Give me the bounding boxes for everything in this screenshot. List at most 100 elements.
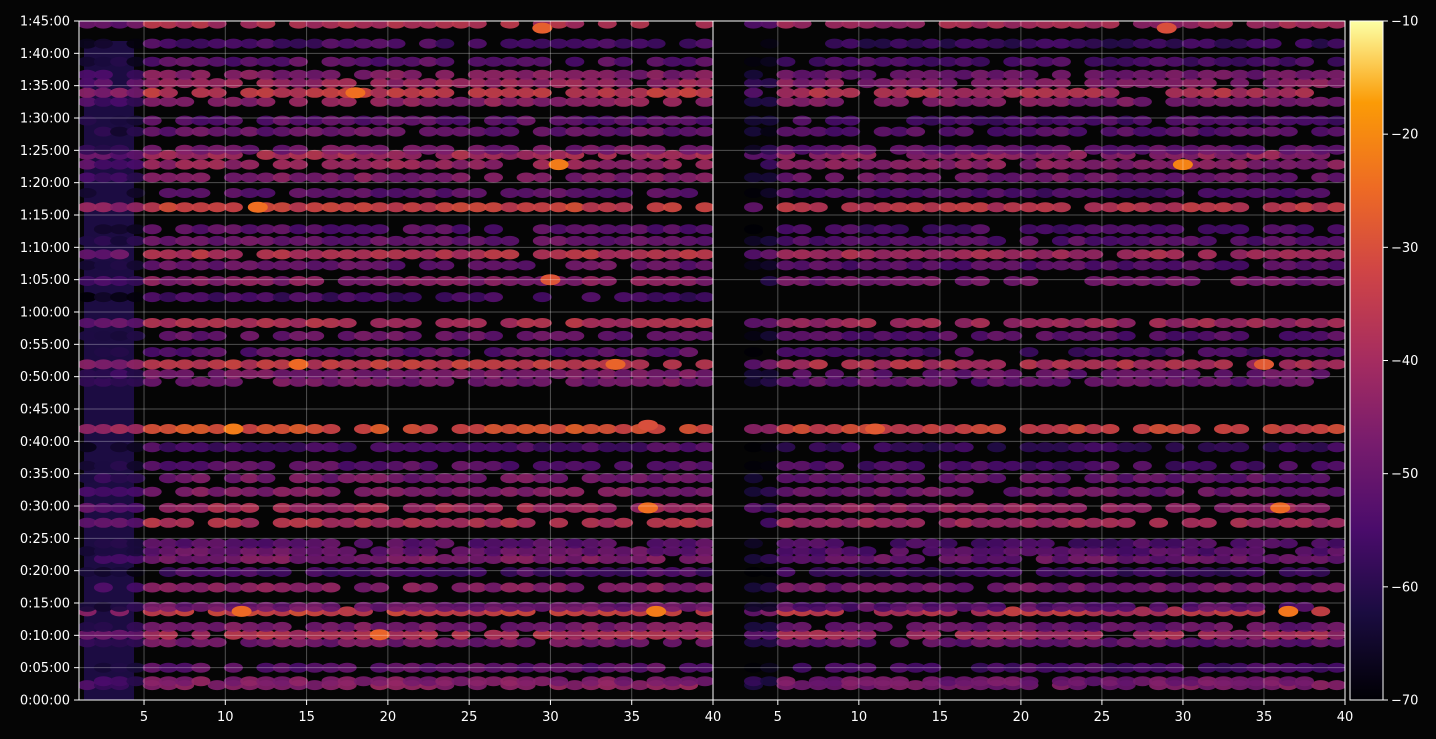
heatmap-cell: [776, 69, 796, 80]
heatmap-cell: [792, 486, 812, 497]
heatmap-cell: [1019, 126, 1039, 137]
heatmap-cell: [1132, 235, 1152, 246]
heatmap-cell: [646, 517, 666, 528]
heatmap-cell: [597, 318, 617, 328]
heatmap-cell: [906, 235, 926, 246]
heatmap-cell: [402, 359, 422, 370]
heatmap-cell: [1214, 442, 1233, 453]
heatmap-cell: [695, 502, 713, 513]
heatmap-cell: [954, 621, 974, 632]
heatmap-cell: [792, 276, 812, 286]
heatmap-cell: [191, 424, 211, 434]
heatmap-cell: [500, 582, 520, 593]
heatmap-cell: [581, 87, 601, 98]
heatmap-cell: [386, 292, 406, 303]
heatmap-cell: [565, 21, 585, 29]
heatmap-cell: [191, 276, 211, 286]
heatmap-cell: [402, 582, 422, 593]
heatmap-cell: [630, 115, 650, 126]
heatmap-cell: [1051, 517, 1071, 528]
heatmap-cell: [435, 249, 455, 260]
heatmap-cell: [175, 517, 195, 528]
heatmap-cell: [1246, 38, 1266, 49]
heatmap-cell: [1278, 424, 1298, 434]
heatmap-cell: [841, 69, 861, 80]
heatmap-cell: [954, 96, 974, 107]
heatmap-cell: [1262, 582, 1282, 593]
heatmap-cell: [825, 676, 844, 687]
heatmap-cell: [126, 188, 146, 198]
heatmap-cell: [1003, 249, 1023, 260]
heatmap-cell: [1230, 188, 1250, 198]
heatmap-cell: [841, 424, 861, 434]
heatmap-cell: [1003, 38, 1023, 49]
heatmap-cell: [419, 78, 438, 89]
heatmap-cell: [1295, 486, 1314, 497]
heatmap-cell: [1165, 56, 1185, 67]
heatmap-cell: [272, 621, 292, 632]
heatmap-cell: [581, 473, 601, 484]
heatmap-cell: [126, 235, 146, 246]
heatmap-cell: [93, 330, 113, 341]
heatmap-cell: [207, 260, 227, 271]
heatmap-cell: [954, 159, 974, 170]
heatmap-cell: [1197, 260, 1217, 271]
heatmap-cell: [256, 538, 276, 549]
heatmap-cell: [370, 473, 390, 484]
heatmap-cell: [597, 276, 617, 286]
heatmap-cell: [1068, 538, 1088, 549]
heatmap-cell: [435, 442, 455, 453]
heatmap-cell: [630, 546, 650, 557]
heatmap-cell: [419, 424, 438, 434]
heatmap-cell: [337, 38, 357, 49]
heatmap-cell: [386, 69, 406, 80]
y-tick-label: 0:30:00: [20, 500, 70, 515]
heatmap-cell: [1051, 621, 1071, 632]
heatmap-cell: [386, 172, 406, 183]
heatmap-cell: [841, 260, 861, 271]
heatmap-cell: [1214, 188, 1233, 198]
heatmap-cell: [662, 538, 682, 549]
heatmap-cell: [1132, 486, 1152, 497]
heatmap-cell: [679, 486, 699, 497]
heatmap-cell: [142, 517, 162, 528]
heatmap-cell: [630, 276, 650, 286]
heatmap-cell: [321, 115, 341, 126]
heatmap-cell: [549, 202, 569, 213]
heatmap-cell: [825, 582, 844, 593]
heatmap-cell: [419, 582, 438, 593]
heatmap-cell: [402, 21, 422, 29]
heatmap-cell: [873, 126, 893, 137]
heatmap-cell: [825, 159, 844, 170]
heatmap-cell: [1295, 424, 1314, 434]
heatmap-cell: [987, 473, 1007, 484]
heatmap-cell: [1116, 369, 1136, 380]
heatmap-cell: [662, 460, 682, 471]
heatmap-cell: [825, 442, 844, 453]
heatmap-cell: [1068, 567, 1088, 577]
heatmap-cell: [223, 369, 243, 380]
heatmap-cell: [987, 442, 1007, 453]
heatmap-cell: [1149, 126, 1169, 137]
heatmap-cell: [207, 442, 227, 453]
heatmap-cell: [272, 172, 292, 183]
heatmap-cell: [1149, 202, 1169, 213]
heatmap-cell: [532, 473, 552, 484]
heatmap-cell: [987, 87, 1007, 98]
heatmap-cell: [630, 347, 650, 358]
heatmap-cell: [970, 224, 990, 235]
heatmap-cell: [679, 567, 699, 577]
heatmap-cell: [1311, 126, 1331, 137]
heatmap-cell: [354, 224, 373, 235]
heatmap-cell: [1051, 69, 1071, 80]
heatmap-cell: [1278, 87, 1298, 98]
heatmap-cell: [1132, 276, 1152, 286]
heatmap-cell: [987, 96, 1007, 107]
heatmap-cell: [825, 567, 844, 577]
heatmap-cell: [825, 115, 844, 126]
heatmap-cell: [402, 538, 422, 549]
heatmap-cell: [1278, 249, 1298, 260]
heatmap-cell: [744, 87, 763, 98]
heatmap-cell: [500, 38, 520, 49]
heatmap-cell: [191, 538, 211, 549]
